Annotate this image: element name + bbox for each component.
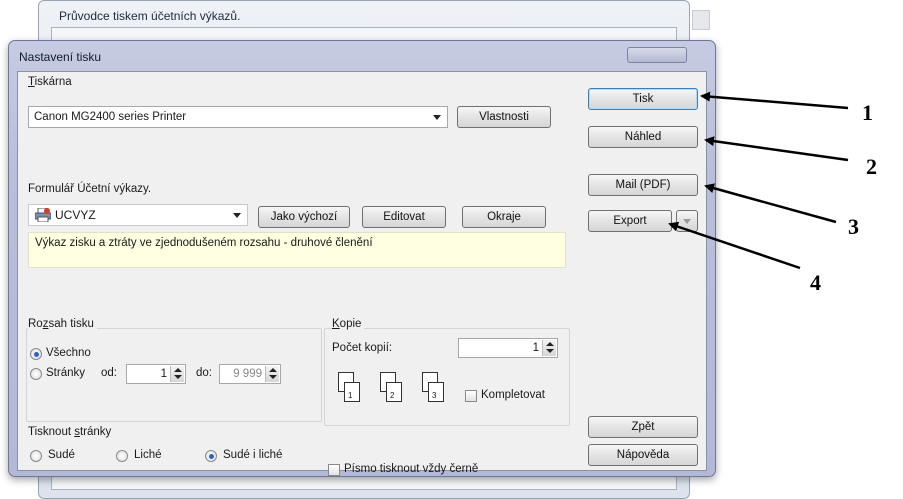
arrow-1 <box>700 91 849 110</box>
annotation-arrows <box>668 91 849 270</box>
arrow-3 <box>704 183 837 224</box>
annotation-1: 1 <box>862 100 873 125</box>
arrow-2 <box>704 136 849 162</box>
annotation-3: 3 <box>848 214 859 239</box>
arrow-4 <box>668 221 801 270</box>
annotation-2: 2 <box>866 154 877 179</box>
annotation-4: 4 <box>810 270 821 295</box>
